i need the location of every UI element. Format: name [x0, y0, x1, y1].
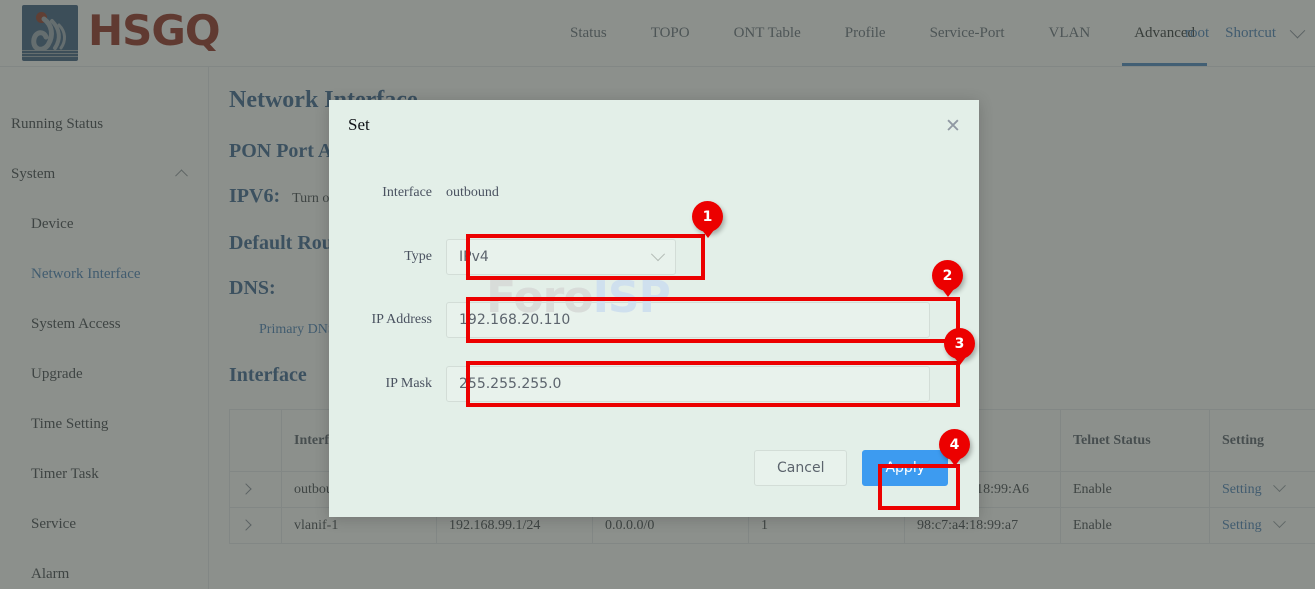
ip-mask-input[interactable]: 255.255.255.0: [446, 366, 930, 402]
cancel-button[interactable]: Cancel: [754, 450, 847, 486]
annotation-badge-4: 4: [939, 429, 970, 460]
type-select-value: IPv4: [459, 249, 489, 265]
chevron-down-icon[interactable]: [651, 247, 665, 261]
ip-address-input[interactable]: 192.168.20.110: [446, 302, 930, 338]
ip-address-label: IP Address: [329, 312, 446, 328]
ip-mask-row: IP Mask 255.255.255.0: [329, 366, 930, 402]
annotation-badge-2: 2: [932, 260, 963, 291]
type-select[interactable]: IPv4: [446, 239, 676, 275]
dialog-title: Set: [348, 115, 370, 135]
ip-mask-label: IP Mask: [329, 376, 446, 392]
type-row: Type IPv4: [329, 239, 676, 275]
dialog-button-row: Cancel Apply: [754, 450, 948, 486]
ip-mask-value: 255.255.255.0: [459, 376, 561, 392]
close-icon[interactable]: ✕: [943, 116, 963, 136]
set-interface-dialog: Set ✕ Interface outbound Type IPv4 IP Ad…: [329, 100, 979, 517]
annotation-badge-3: 3: [944, 328, 975, 359]
ip-address-row: IP Address 192.168.20.110: [329, 302, 930, 338]
ip-address-value: 192.168.20.110: [459, 312, 570, 328]
type-label: Type: [329, 249, 446, 265]
annotation-badge-1: 1: [692, 201, 723, 232]
apply-button[interactable]: Apply: [862, 450, 948, 486]
interface-row: Interface outbound: [329, 185, 499, 201]
interface-value: outbound: [446, 185, 499, 201]
interface-label: Interface: [329, 185, 446, 201]
